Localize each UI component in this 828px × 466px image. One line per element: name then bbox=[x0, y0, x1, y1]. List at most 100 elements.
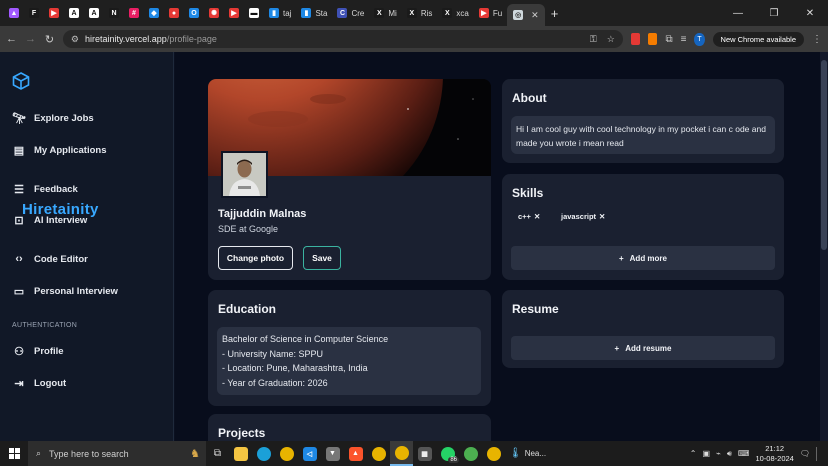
nav-logout[interactable]: ⇥ Logout bbox=[12, 377, 66, 390]
key-icon[interactable]: ⚿ bbox=[590, 34, 597, 45]
speaker-icon[interactable]: 🔊︎ bbox=[727, 449, 732, 459]
back-icon[interactable]: ← bbox=[6, 33, 17, 45]
tray-chevron-icon[interactable]: ⌃ bbox=[690, 449, 697, 458]
whatsapp-badge: 86 bbox=[448, 457, 459, 463]
brave-icon[interactable]: ▲ bbox=[344, 441, 367, 466]
whatsapp-icon[interactable]: 86 bbox=[436, 441, 459, 466]
address-bar[interactable]: ⚙ hiretainity.vercel.app/profile-page ⚿ … bbox=[62, 30, 623, 48]
cube-logo-icon bbox=[12, 72, 30, 90]
file-explorer-icon[interactable] bbox=[229, 441, 252, 466]
keyboard-icon[interactable]: ⌨ bbox=[738, 449, 750, 458]
browser-tab[interactable]: ◆ bbox=[144, 3, 164, 23]
window-close-icon[interactable]: ✕ bbox=[792, 8, 828, 19]
app-icon[interactable]: ▼ bbox=[321, 441, 344, 466]
robot-icon: ⊡ bbox=[14, 215, 24, 227]
tab-favicon: X bbox=[442, 8, 453, 18]
update-chrome-button[interactable]: New Chrome available bbox=[712, 31, 804, 47]
edge-icon[interactable] bbox=[252, 441, 275, 466]
task-view-icon[interactable]: ⧉ bbox=[206, 441, 229, 466]
restore-icon[interactable]: ❐ bbox=[756, 8, 792, 19]
active-tab[interactable]: ◎ ✕ bbox=[507, 4, 545, 26]
network-icon[interactable]: ⌁ bbox=[716, 449, 721, 458]
browser-tab[interactable]: ✺ bbox=[204, 3, 224, 23]
notifications-icon[interactable]: 🗨︎ bbox=[800, 449, 810, 458]
chrome-profile-icon[interactable] bbox=[367, 441, 390, 466]
browser-tab[interactable]: # bbox=[124, 3, 144, 23]
minimize-icon[interactable]: — bbox=[720, 8, 756, 19]
feedback-icon: ☰ bbox=[14, 184, 24, 196]
save-button[interactable]: Save bbox=[303, 246, 341, 270]
page-scrollbar[interactable] bbox=[820, 52, 828, 441]
menu-dots-icon[interactable]: ⋮ bbox=[812, 34, 822, 45]
browser-tab[interactable]: N bbox=[104, 3, 124, 23]
change-photo-button[interactable]: Change photo bbox=[218, 246, 293, 270]
profile-avatar[interactable]: T bbox=[694, 32, 705, 46]
start-button[interactable] bbox=[0, 448, 28, 459]
scrollbar-thumb[interactable] bbox=[821, 60, 827, 250]
clock[interactable]: 21:12 10-08-2024 bbox=[755, 444, 793, 464]
browser-tab[interactable]: ▮ taj bbox=[264, 3, 296, 23]
extension-icon[interactable] bbox=[630, 33, 641, 45]
calculator-icon[interactable]: ▦ bbox=[413, 441, 436, 466]
tray-app-icon[interactable]: ▣ bbox=[702, 449, 710, 458]
tab-title: Mi bbox=[388, 8, 397, 18]
browser-tab[interactable]: ● bbox=[164, 3, 184, 23]
browser-tab[interactable]: O bbox=[184, 3, 204, 23]
browser-tab[interactable]: ▲ bbox=[4, 3, 24, 23]
thermometer-icon[interactable]: 🌡︎ Nea... bbox=[505, 441, 550, 466]
chrome-app-icon[interactable] bbox=[459, 441, 482, 466]
education-details[interactable]: Bachelor of Science in Computer Science … bbox=[217, 327, 481, 395]
nav-profile[interactable]: ⚇ Profile bbox=[12, 345, 64, 358]
browser-tab[interactable]: F bbox=[24, 3, 44, 23]
chrome-app-icon-2[interactable] bbox=[482, 441, 505, 466]
window-controls: — ❐ ✕ bbox=[720, 0, 828, 26]
remove-skill-icon[interactable]: ✕ bbox=[599, 212, 605, 221]
browser-tab[interactable]: C Cre bbox=[332, 3, 369, 23]
site-info-icon[interactable]: ⚙ bbox=[71, 34, 79, 45]
browser-tab[interactable]: ▮ Sta bbox=[296, 3, 332, 23]
add-resume-button[interactable]: + Add resume bbox=[511, 336, 775, 360]
nav-code-editor[interactable]: ‹› Code Editor bbox=[12, 253, 88, 265]
nav-feedback[interactable]: ☰ Feedback bbox=[12, 183, 78, 196]
browser-tab[interactable]: X Mi bbox=[369, 3, 401, 23]
nav-my-applications[interactable]: ▤ My Applications bbox=[12, 144, 107, 157]
about-text[interactable]: Hi I am cool guy with cool technology in… bbox=[511, 116, 775, 154]
remove-skill-icon[interactable]: ✕ bbox=[534, 212, 540, 221]
sidebar: Hiretainity 🔭︎ Explore Jobs ▤ My Applica… bbox=[0, 52, 174, 441]
resume-title: Resume bbox=[512, 302, 559, 316]
metamask-icon[interactable] bbox=[648, 33, 658, 45]
browser-tab[interactable]: ▶ bbox=[44, 3, 64, 23]
desktop-peek-icon[interactable] bbox=[816, 446, 822, 461]
close-tab-icon[interactable]: ✕ bbox=[531, 10, 539, 21]
forward-icon[interactable]: → bbox=[25, 33, 36, 45]
browser-tab[interactable]: A bbox=[84, 3, 104, 23]
tab-favicon: N bbox=[109, 8, 119, 18]
add-skill-button[interactable]: + Add more bbox=[511, 246, 775, 270]
browser-tab[interactable]: A bbox=[64, 3, 84, 23]
tab-title: taj bbox=[283, 8, 292, 18]
browser-tab[interactable]: X Ris bbox=[402, 3, 438, 23]
extensions-puzzle-icon[interactable]: ⧉ bbox=[665, 34, 672, 45]
reading-list-icon[interactable]: ≡ bbox=[681, 34, 687, 45]
chrome-active-icon[interactable] bbox=[390, 441, 413, 466]
browser-tab[interactable]: ▶ Fu bbox=[474, 3, 507, 23]
tab-favicon: ✺ bbox=[209, 8, 219, 18]
brand-logo[interactable]: Hiretainity bbox=[12, 72, 98, 218]
nav-ai-interview[interactable]: ⊡ AI Interview bbox=[12, 214, 87, 227]
reload-icon[interactable]: ↻ bbox=[44, 33, 55, 46]
skill-chip: c++ ✕ bbox=[518, 212, 540, 221]
browser-tab[interactable]: ▶ bbox=[224, 3, 244, 23]
bookmark-star-icon[interactable]: ☆ bbox=[607, 34, 615, 45]
nav-personal-interview[interactable]: ▭ Personal Interview bbox=[12, 285, 118, 298]
main-content: Tajjuddin Malnas SDE at Google Change ph… bbox=[175, 52, 820, 441]
nav-label: Feedback bbox=[34, 184, 78, 195]
browser-tab[interactable]: ▬ bbox=[244, 3, 264, 23]
taskbar-search[interactable]: ⌕ Type here to search ♞ bbox=[28, 441, 206, 466]
new-tab-button[interactable]: + bbox=[551, 6, 559, 21]
nav-explore-jobs[interactable]: 🔭︎ Explore Jobs bbox=[12, 112, 94, 125]
vscode-icon[interactable]: ◁ bbox=[298, 441, 321, 466]
browser-tab[interactable]: Xxca bbox=[437, 3, 473, 23]
chrome-icon[interactable] bbox=[275, 441, 298, 466]
tab-favicon: ◆ bbox=[149, 8, 159, 18]
education-line: Bachelor of Science in Computer Science bbox=[222, 334, 389, 344]
